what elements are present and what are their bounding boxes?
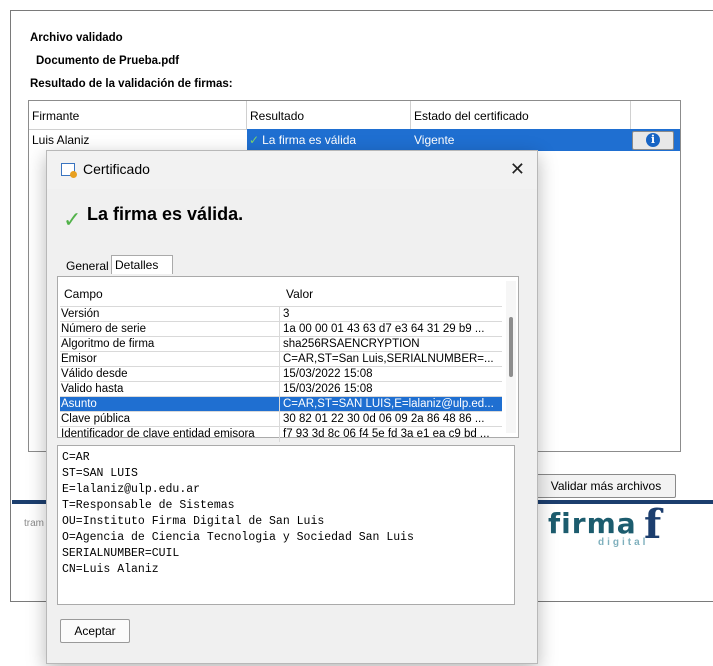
table-header: Firmante Resultado Estado del certificad… bbox=[29, 101, 680, 130]
certificate-info-button[interactable]: i bbox=[632, 131, 674, 150]
table-row[interactable]: Valido hasta 15/03/2026 15:08 bbox=[60, 381, 502, 397]
table-row[interactable]: Emisor C=AR,ST=San Luis,SERIALNUMBER=... bbox=[60, 351, 502, 367]
value-cell: f7 93 3d 8c 06 f4 5e fd 3a e1 ea c9 bd .… bbox=[283, 428, 490, 440]
table-row[interactable]: Identificador de clave entidad emisora f7… bbox=[60, 426, 502, 442]
field-cell: Número de serie bbox=[60, 322, 280, 337]
field-cell: Versión bbox=[60, 307, 280, 322]
validate-more-button[interactable]: Validar más archivos bbox=[536, 474, 676, 498]
field-cell: Asunto bbox=[60, 397, 280, 412]
table-row[interactable]: Luis Alaniz ✓ La firma es válida Vigente … bbox=[29, 129, 680, 151]
table-row[interactable]: Asunto C=AR,ST=SAN LUIS,E=lalaniz@ulp.ed.… bbox=[60, 396, 502, 412]
value-cell: 15/03/2022 15:08 bbox=[283, 368, 373, 380]
results-heading: Resultado de la validación de firmas: bbox=[30, 78, 233, 90]
info-icon: i bbox=[646, 133, 660, 147]
column-header-result[interactable]: Resultado bbox=[247, 101, 411, 129]
page-title: Archivo validado bbox=[30, 32, 123, 44]
check-icon: ✓ bbox=[249, 133, 260, 147]
certificate-icon bbox=[61, 163, 77, 178]
field-cell: Emisor bbox=[60, 352, 280, 367]
subject-line: O=Agencia de Ciencia Tecnologia y Socied… bbox=[62, 531, 414, 544]
table-row[interactable]: Válido desde 15/03/2022 15:08 bbox=[60, 366, 502, 382]
field-cell: Identificador de clave entidad emisora bbox=[60, 427, 280, 442]
subject-line: C=AR bbox=[62, 451, 90, 464]
field-cell: Clave pública bbox=[60, 412, 280, 427]
details-panel: Campo Valor Versión 3 Número de serie 1a 00… bbox=[57, 276, 519, 442]
field-value-box[interactable]: C=AR ST=SAN LUIS E=lalaniz@ulp.edu.ar T=Res… bbox=[57, 445, 515, 605]
field-cell: Valido hasta bbox=[60, 382, 280, 397]
tab-detalles[interactable]: Detalles bbox=[111, 255, 173, 274]
value-cell: 15/03/2026 15:08 bbox=[283, 383, 373, 395]
close-icon[interactable]: ✕ bbox=[510, 157, 525, 181]
field-cell: Algoritmo de firma bbox=[60, 337, 280, 352]
dialog-titlebar: Certificado ✕ bbox=[47, 151, 537, 189]
value-cell: C=AR,ST=SAN LUIS,E=lalaniz@ulp.ed... bbox=[283, 398, 494, 410]
value-cell: 1a 00 00 01 43 63 d7 e3 64 31 29 b9 ... bbox=[283, 323, 485, 335]
table-row[interactable]: Algoritmo de firma sha256RSAENCRYPTION bbox=[60, 336, 502, 352]
logo-subtitle: digital bbox=[598, 537, 649, 548]
column-header-signer[interactable]: Firmante bbox=[29, 101, 247, 129]
logo-wordmark: firma bbox=[548, 507, 637, 540]
subject-line: CN=Luis Alaniz bbox=[62, 563, 159, 576]
subject-line: E=lalaniz@ulp.edu.ar bbox=[62, 483, 201, 496]
value-cell: sha256RSAENCRYPTION bbox=[283, 338, 420, 350]
certificate-dialog: Certificado ✕ ✓ La firma es válida. Gene… bbox=[46, 150, 538, 664]
certificate-state-cell: Vigente bbox=[411, 129, 631, 151]
value-cell: 30 82 01 22 30 0d 06 09 2a 86 48 86 ... bbox=[283, 413, 485, 425]
result-cell: ✓ La firma es válida bbox=[247, 129, 411, 151]
scrollbar-thumb[interactable] bbox=[509, 317, 513, 377]
value-cell: 3 bbox=[283, 308, 290, 320]
subject-line: SERIALNUMBER=CUIL bbox=[62, 547, 180, 560]
table-row[interactable]: Número de serie 1a 00 00 01 43 63 d7 e3 6… bbox=[60, 321, 502, 337]
value-cell: C=AR,ST=San Luis,SERIALNUMBER=... bbox=[283, 353, 494, 365]
logo-f-mark: f bbox=[644, 501, 662, 548]
table-row[interactable]: Versión 3 bbox=[60, 306, 502, 322]
table-row[interactable]: Clave pública 30 82 01 22 30 0d 06 09 2a … bbox=[60, 411, 502, 427]
firma-digital-logo: firma digital f bbox=[548, 501, 678, 555]
accept-button[interactable]: Aceptar bbox=[60, 619, 130, 643]
subject-line: T=Responsable de Sistemas bbox=[62, 499, 235, 512]
footer-text: tram bbox=[24, 518, 44, 529]
field-column-header[interactable]: Campo bbox=[64, 282, 103, 302]
subject-line: ST=SAN LUIS bbox=[62, 467, 138, 480]
subject-line: OU=Instituto Firma Digital de San Luis bbox=[62, 515, 325, 528]
file-name: Documento de Prueba.pdf bbox=[36, 55, 180, 67]
field-cell: Válido desde bbox=[60, 367, 280, 382]
tab-general[interactable]: General bbox=[63, 257, 112, 275]
signature-status: La firma es válida. bbox=[87, 204, 244, 224]
dialog-title: Certificado bbox=[83, 161, 150, 177]
details-scrollbar[interactable] bbox=[506, 281, 516, 433]
valid-check-icon: ✓ bbox=[63, 207, 82, 232]
signer-cell: Luis Alaniz bbox=[32, 133, 90, 147]
value-column-header[interactable]: Valor bbox=[286, 282, 313, 302]
column-header-certificate-state[interactable]: Estado del certificado bbox=[411, 101, 631, 129]
result-text: La firma es válida bbox=[262, 133, 357, 147]
